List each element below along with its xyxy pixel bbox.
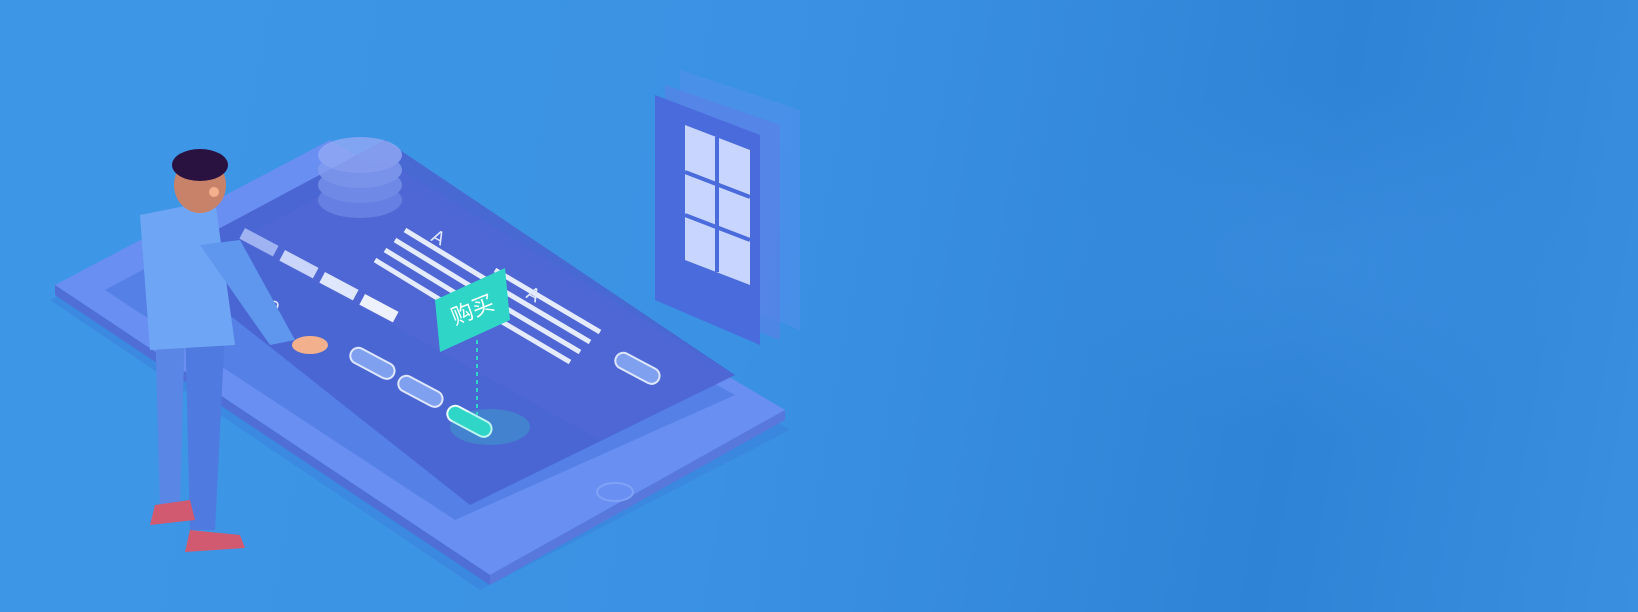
person-ear	[209, 187, 219, 197]
person-leg-front	[185, 320, 225, 530]
pill-button-glow	[450, 409, 530, 445]
coin-stack	[318, 137, 402, 218]
person-hand	[292, 336, 328, 354]
floating-window	[655, 70, 800, 345]
person-shoe	[185, 530, 245, 552]
person-shoe	[150, 500, 195, 525]
hero-banner: A A 00 购买	[0, 0, 1638, 612]
isometric-illustration: A A 00 购买	[50, 70, 800, 590]
person-hair	[172, 149, 228, 181]
